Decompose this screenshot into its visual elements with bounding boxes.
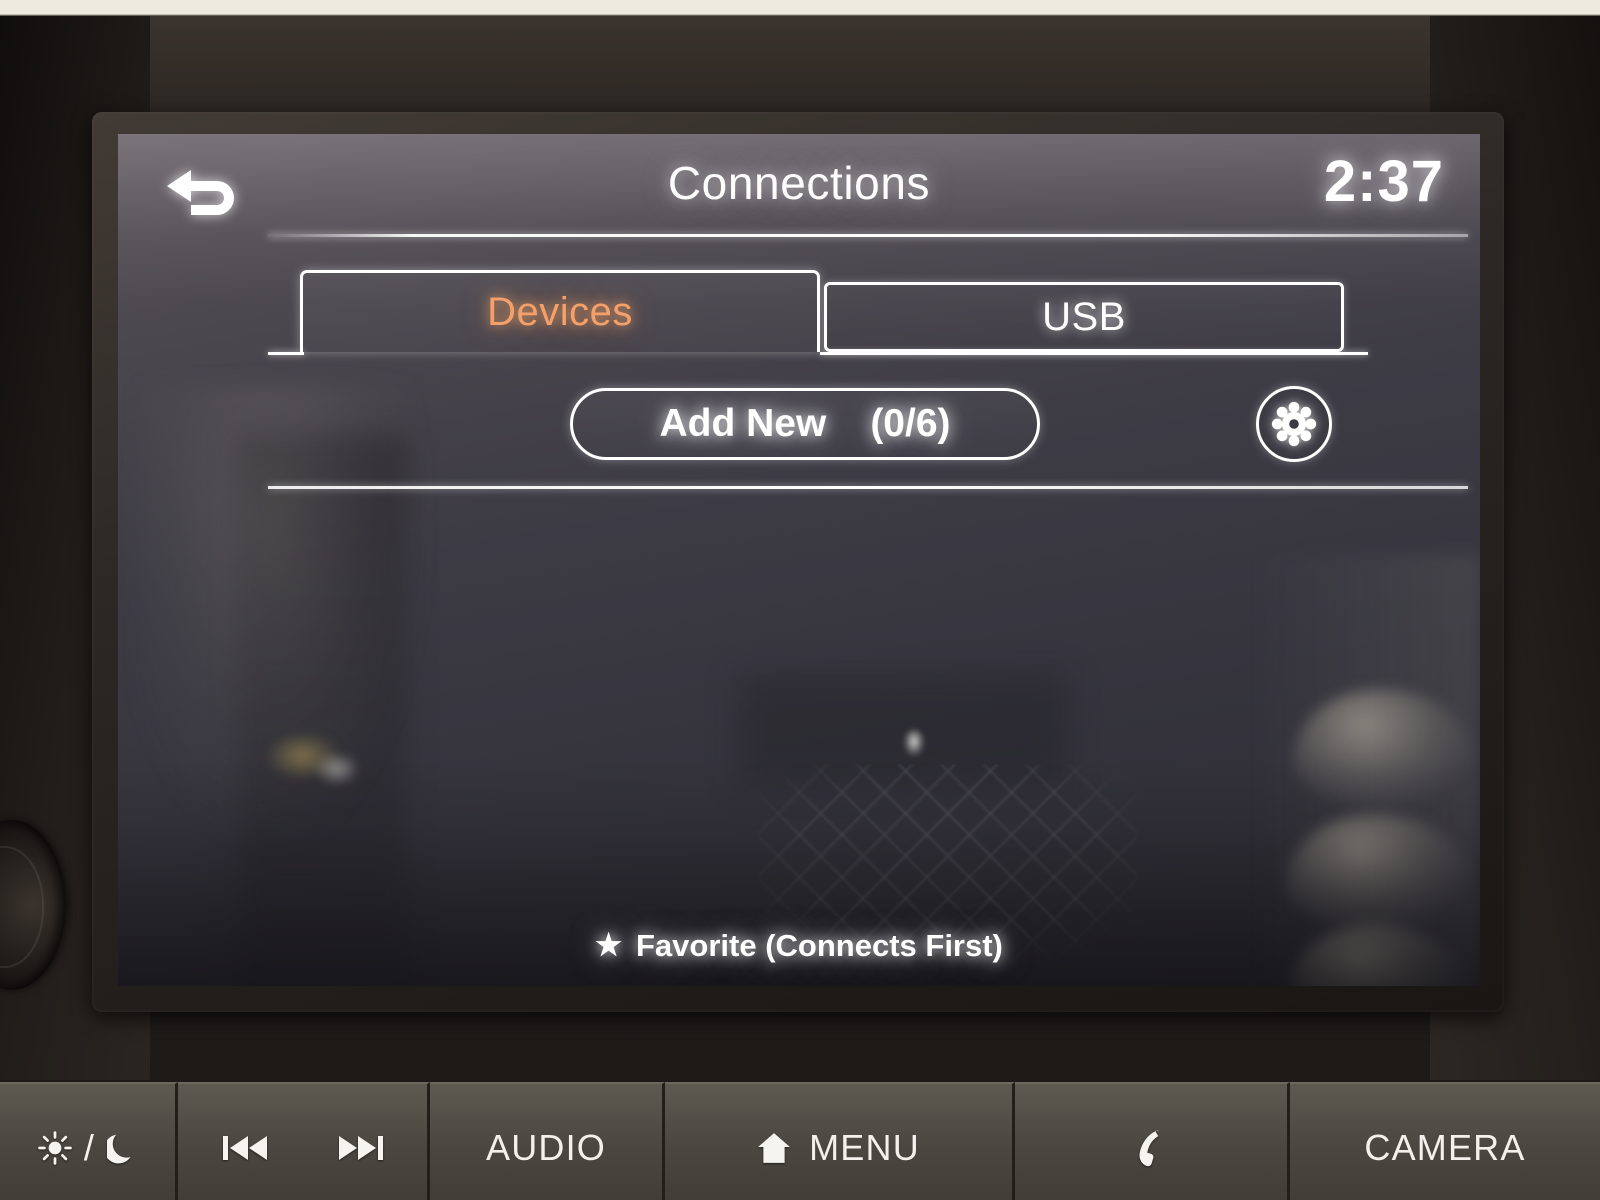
menu-button[interactable]: MENU [665, 1082, 1015, 1200]
hardware-button-bar: / AUDIO MENU CAMERA [0, 1082, 1600, 1200]
audio-button[interactable]: AUDIO [430, 1082, 665, 1200]
lcd-display: Connections 2:37 Devices USB Add New (0/… [118, 134, 1480, 986]
favorite-star-icon: ★ [595, 929, 622, 962]
add-new-count: (0/6) [870, 402, 951, 445]
menu-button-label: MENU [809, 1127, 920, 1168]
moon-icon [107, 1134, 131, 1164]
infotainment-photo-scene: Connections 2:37 Devices USB Add New (0/… [0, 0, 1600, 1200]
camera-button[interactable]: CAMERA [1290, 1082, 1600, 1200]
tab-usb[interactable]: USB [824, 282, 1344, 352]
sun-icon [38, 1131, 72, 1165]
header-divider [268, 234, 1468, 237]
favorite-note-label: Favorite (Connects First) [636, 928, 1003, 963]
next-track-icon [338, 1136, 383, 1160]
camera-button-label: CAMERA [1364, 1127, 1526, 1168]
screen-bezel: Connections 2:37 Devices USB Add New (0/… [92, 112, 1504, 1012]
header-bar: Connections 2:37 [118, 134, 1480, 242]
audio-button-label: AUDIO [485, 1127, 606, 1168]
phone-icon [1139, 1130, 1159, 1167]
ui-layer: Connections 2:37 Devices USB Add New (0/… [118, 134, 1480, 986]
page-title: Connections [667, 157, 931, 209]
separator-slash: / [83, 1127, 96, 1168]
previous-track-icon [222, 1136, 267, 1160]
tab-underline-left [268, 352, 304, 355]
tab-devices[interactable]: Devices [300, 270, 820, 352]
list-divider [268, 486, 1468, 489]
clock: 2:37 [1323, 149, 1444, 214]
footer-note: ★ Favorite (Connects First) [118, 928, 1480, 964]
add-new-button[interactable]: Add New (0/6) [570, 388, 1040, 460]
media-track-buttons[interactable] [178, 1082, 430, 1200]
day-night-button[interactable]: / [0, 1082, 178, 1200]
home-icon [758, 1133, 791, 1163]
gear-icon[interactable] [1256, 386, 1332, 462]
tab-underline-right [820, 352, 1368, 355]
add-new-label: Add New [659, 402, 827, 445]
tab-bar: Devices USB [118, 258, 1480, 368]
phone-button[interactable] [1015, 1082, 1290, 1200]
add-new-row: Add New (0/6) [118, 382, 1480, 478]
